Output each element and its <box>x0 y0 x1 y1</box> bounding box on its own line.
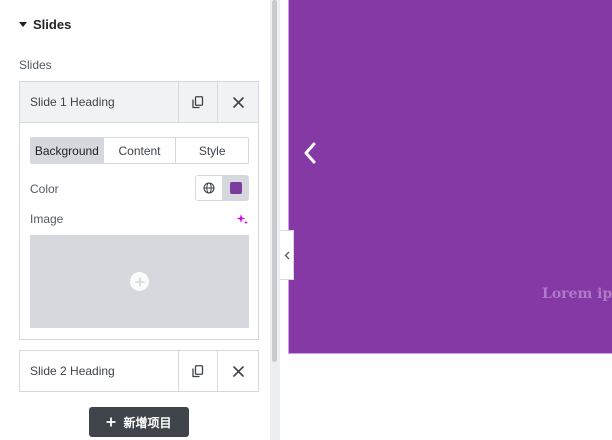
add-item-button[interactable]: 新增项目 <box>89 407 189 437</box>
sparkle-icon <box>236 214 248 225</box>
repeater-item-title[interactable]: Slide 2 Heading <box>20 351 179 391</box>
section-toggle-slides[interactable]: Slides <box>19 17 71 32</box>
chevron-left-icon <box>304 142 316 164</box>
repeater-item-slide-2[interactable]: Slide 2 Heading <box>19 350 259 392</box>
close-icon <box>232 96 244 108</box>
add-item-label: 新增项目 <box>123 415 172 430</box>
ai-generate-button[interactable] <box>236 212 248 230</box>
repeater-label: Slides <box>19 58 52 72</box>
color-picker-button[interactable] <box>223 176 248 200</box>
globe-icon <box>203 182 215 194</box>
repeater-item-title[interactable]: Slide 1 Heading <box>20 82 179 122</box>
panel-scrollbar-thumb[interactable] <box>272 0 277 362</box>
duplicate-button[interactable] <box>179 351 218 391</box>
caret-down-icon <box>19 22 27 27</box>
slide-tabs: Background Content Style <box>30 137 249 164</box>
image-label: Image <box>30 212 64 226</box>
image-upload-area[interactable] <box>30 235 249 328</box>
duplicate-icon <box>192 95 204 108</box>
tab-background[interactable]: Background <box>31 138 104 163</box>
duplicate-icon <box>192 364 204 377</box>
color-control <box>195 175 249 201</box>
duplicate-button[interactable] <box>179 82 218 122</box>
global-colors-button[interactable] <box>196 176 223 200</box>
editor-panel: Slides Slides Slide 1 Heading Background… <box>0 0 270 440</box>
slide-description: Lorem ip <box>542 286 612 302</box>
tab-style[interactable]: Style <box>176 138 248 163</box>
plus-circle-icon <box>130 272 149 291</box>
color-label: Color <box>30 182 59 196</box>
plus-icon <box>106 417 116 427</box>
collapse-panel-button[interactable] <box>280 230 294 280</box>
prev-slide-button[interactable] <box>303 142 317 169</box>
close-icon <box>232 365 244 377</box>
slide-preview[interactable]: Lorem ip <box>288 0 612 354</box>
repeater-item-slide-1[interactable]: Slide 1 Heading <box>19 81 259 123</box>
chevron-left-icon <box>284 251 289 259</box>
remove-button[interactable] <box>218 351 258 391</box>
repeater-item-body: Background Content Style Color Image <box>19 123 259 340</box>
remove-button[interactable] <box>218 82 258 122</box>
color-swatch <box>229 182 242 194</box>
tab-content[interactable]: Content <box>104 138 177 163</box>
section-title: Slides <box>33 17 72 32</box>
